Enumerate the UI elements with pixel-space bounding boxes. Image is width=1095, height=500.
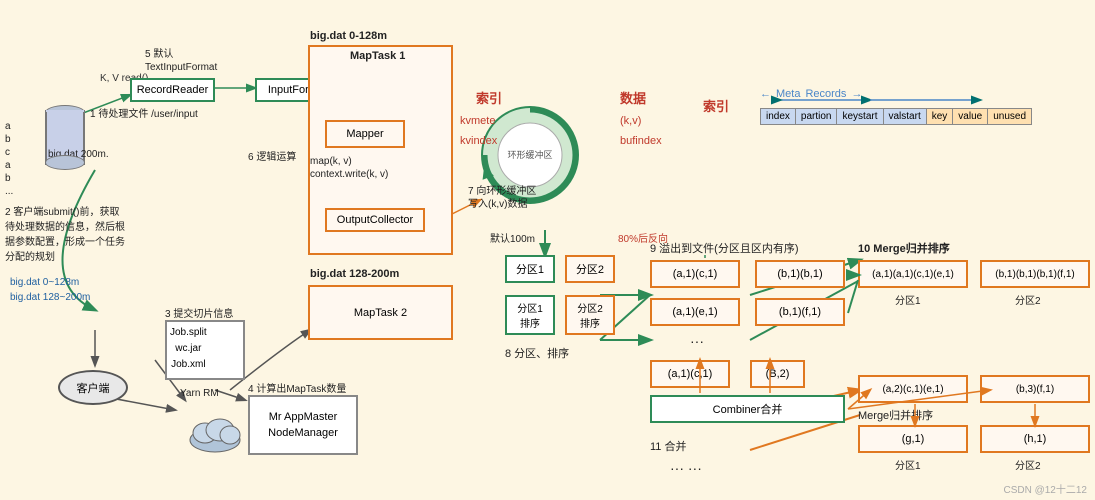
partition2-box: 分区2 bbox=[565, 255, 615, 283]
data-label: 数据 bbox=[620, 88, 646, 107]
appmaster-label: Mr AppMaster bbox=[269, 411, 337, 423]
step8-label: 8 分区、排序 bbox=[505, 345, 569, 361]
maptask2-label: MapTask 2 bbox=[354, 307, 407, 319]
partition1-box: 分区1 bbox=[505, 255, 555, 283]
dots1-label: ··· bbox=[690, 333, 704, 349]
header-key: key bbox=[927, 109, 954, 124]
client-ellipse: 客户端 bbox=[58, 370, 128, 405]
combiner-a1c1-box: (a,1)(c,1) bbox=[650, 360, 730, 388]
step7-label: 7 向环形缓冲区写入(k,v)数据 bbox=[468, 185, 536, 211]
svg-text:环形缓冲区: 环形缓冲区 bbox=[507, 149, 552, 160]
header-partion: partion bbox=[796, 109, 838, 124]
map-kv-label: map(k, v)context.write(k, v) bbox=[310, 155, 388, 181]
merge-result1-box: (a,1)(a,1)(c,1)(e,1) bbox=[858, 260, 968, 288]
step11-label: 11 合并 bbox=[650, 438, 686, 454]
input-file bbox=[45, 100, 85, 170]
step3-label: 3 提交切片信息 bbox=[165, 305, 233, 320]
dots3-label: ··· ··· bbox=[670, 460, 702, 476]
partition1-label: 分区1 bbox=[516, 261, 544, 277]
index-label: 索引 bbox=[476, 88, 502, 107]
partition2-sort-box: 分区2排序 bbox=[565, 295, 615, 335]
partition2-sort-label: 分区2排序 bbox=[577, 300, 603, 330]
step10-label: 10 Merge归并排序 bbox=[858, 240, 950, 256]
client-label: 客户端 bbox=[77, 380, 110, 396]
header-keystart: keystart bbox=[837, 109, 883, 124]
spill-a1c1-label: (a,1)(c,1) bbox=[673, 268, 718, 280]
file-content-label: a b c a b ... bbox=[5, 120, 13, 198]
outputcollector-box: OutputCollector bbox=[325, 208, 425, 232]
mapper-label: Mapper bbox=[346, 128, 383, 140]
combiner-result1-box: (a,2)(c,1)(e,1) bbox=[858, 375, 968, 403]
maptask2-file-label: big.dat 128-200m bbox=[310, 268, 399, 280]
header-index: index bbox=[761, 109, 796, 124]
kvmete-label: kvmete bbox=[460, 115, 495, 127]
partition2-final-label: 分区2 bbox=[1015, 457, 1041, 472]
step2-label: 2 客户端submit()前，获取待处理数据的信息，然后根据参数配置，形成一个任… bbox=[5, 205, 170, 265]
merge-sort2-label: Merge归并排序 bbox=[858, 407, 933, 423]
recordreader-box: RecordReader bbox=[130, 78, 215, 102]
merge-result2-label: (b,1)(b,1)(b,1)(f,1) bbox=[995, 269, 1074, 280]
combiner-result1-label: (a,2)(c,1)(e,1) bbox=[882, 384, 943, 395]
recordreader-label: RecordReader bbox=[137, 84, 209, 96]
final-h1-box: (h,1) bbox=[980, 425, 1090, 453]
step4-label: 4 计算出MapTask数量 bbox=[248, 380, 346, 395]
step1-label: 1 待处理文件 /user/input bbox=[90, 108, 198, 122]
step3-box: Job.splitwc.jarJob.xml bbox=[165, 320, 245, 380]
merge-result1-label: (a,1)(a,1)(c,1)(e,1) bbox=[872, 269, 954, 280]
spill-a1c1-box: (a,1)(c,1) bbox=[650, 260, 740, 288]
index-detected-label: 索引 bbox=[703, 96, 729, 115]
spill-b1b1-box: (b,1)(b,1) bbox=[755, 260, 845, 288]
partition2-label2: 分区2 bbox=[1015, 292, 1041, 307]
diagram: a b c a b ... big.dat 200m. 1 待处理文件 /use… bbox=[0, 0, 1095, 500]
partition2-label: 分区2 bbox=[576, 261, 604, 277]
default100m-label: 默认100m bbox=[490, 230, 535, 245]
step4-box: Mr AppMaster NodeManager bbox=[248, 395, 358, 455]
combiner-result2-label: (b,3)(f,1) bbox=[1016, 384, 1054, 395]
combiner-B2-label: (B,2) bbox=[766, 368, 790, 380]
step2-links: big.dat 0~128mbig.dat 128~200m bbox=[10, 275, 90, 305]
step9-label: 9 溢出到文件(分区且区内有序) bbox=[650, 240, 799, 256]
nodemanager-label: NodeManager bbox=[268, 427, 338, 439]
partition1-final-label: 分区1 bbox=[895, 457, 921, 472]
maptask1-label: MapTask 1 bbox=[350, 50, 405, 62]
combiner-a1c1-label: (a,1)(c,1) bbox=[668, 368, 713, 380]
final-g1-label: (g,1) bbox=[902, 433, 925, 445]
kv-data-label: (k,v) bbox=[620, 115, 641, 127]
spill-a1e1-box: (a,1)(e,1) bbox=[650, 298, 740, 326]
spill-b1f1-box: (b,1)(f,1) bbox=[755, 298, 845, 326]
step6-label: 6 逻辑运算 bbox=[248, 148, 296, 163]
watermark: CSDN @12十二12 bbox=[1003, 481, 1087, 496]
partition1-sort-box: 分区1排序 bbox=[505, 295, 555, 335]
header-unused: unused bbox=[988, 109, 1031, 124]
meta-records-header: ← Meta Records → bbox=[760, 88, 862, 100]
combiner-label: Combiner合并 bbox=[713, 401, 783, 417]
header-table: index partion keystart valstart key valu… bbox=[760, 108, 1032, 125]
combiner-result2-box: (b,3)(f,1) bbox=[980, 375, 1090, 403]
yarn-label: Yarn RM bbox=[180, 388, 219, 399]
cloud-shape bbox=[185, 405, 245, 455]
records-label: Records bbox=[805, 88, 846, 100]
spill-a1e1-label: (a,1)(e,1) bbox=[672, 306, 717, 318]
spill-b1b1-label: (b,1)(b,1) bbox=[777, 268, 822, 280]
bufindex-label: bufindex bbox=[620, 135, 662, 147]
header-value: value bbox=[953, 109, 988, 124]
step5-label: 5 默认TextInputFormat bbox=[145, 48, 217, 74]
kvindex-label: kvindex bbox=[460, 135, 497, 147]
final-g1-box: (g,1) bbox=[858, 425, 968, 453]
combiner-box: Combiner合并 bbox=[650, 395, 845, 423]
partition1-sort-label: 分区1排序 bbox=[517, 300, 543, 330]
combiner-B2-box: (B,2) bbox=[750, 360, 805, 388]
header-valstart: valstart bbox=[884, 109, 927, 124]
mapper-box: Mapper bbox=[325, 120, 405, 148]
merge-result2-box: (b,1)(b,1)(b,1)(f,1) bbox=[980, 260, 1090, 288]
meta-label: Meta bbox=[776, 88, 800, 100]
spill-b1f1-label: (b,1)(f,1) bbox=[779, 306, 821, 318]
partition1-label2: 分区1 bbox=[895, 292, 921, 307]
outputcollector-label: OutputCollector bbox=[337, 214, 413, 226]
maptask1-file-label: big.dat 0-128m bbox=[310, 30, 387, 42]
final-h1-label: (h,1) bbox=[1024, 433, 1047, 445]
maptask2-box: MapTask 2 bbox=[308, 285, 453, 340]
step3-items: Job.splitwc.jarJob.xml bbox=[170, 325, 207, 373]
